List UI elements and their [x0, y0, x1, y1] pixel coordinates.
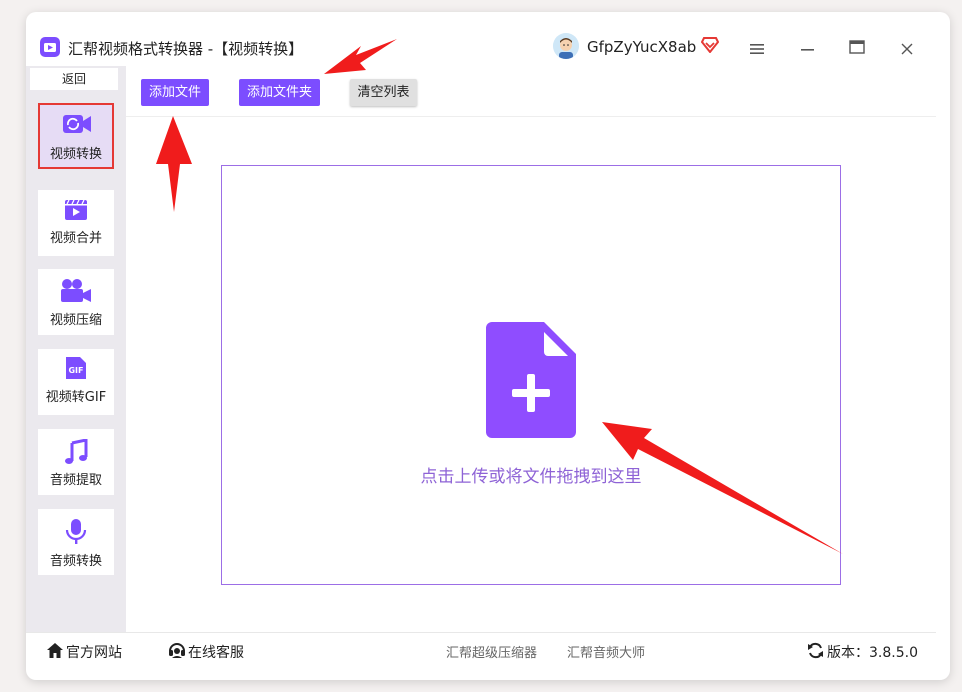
annotation-arrows: [156, 39, 843, 554]
annotation-arrow-add-file: [156, 116, 192, 212]
annotation-arrow-add-folder: [324, 39, 397, 74]
app-window: 汇帮视频格式转换器 -【视频转换】 GfpZyYucX8ab 返回 视频转换 视…: [26, 12, 950, 680]
annotation-arrow-dropzone: [602, 422, 843, 554]
